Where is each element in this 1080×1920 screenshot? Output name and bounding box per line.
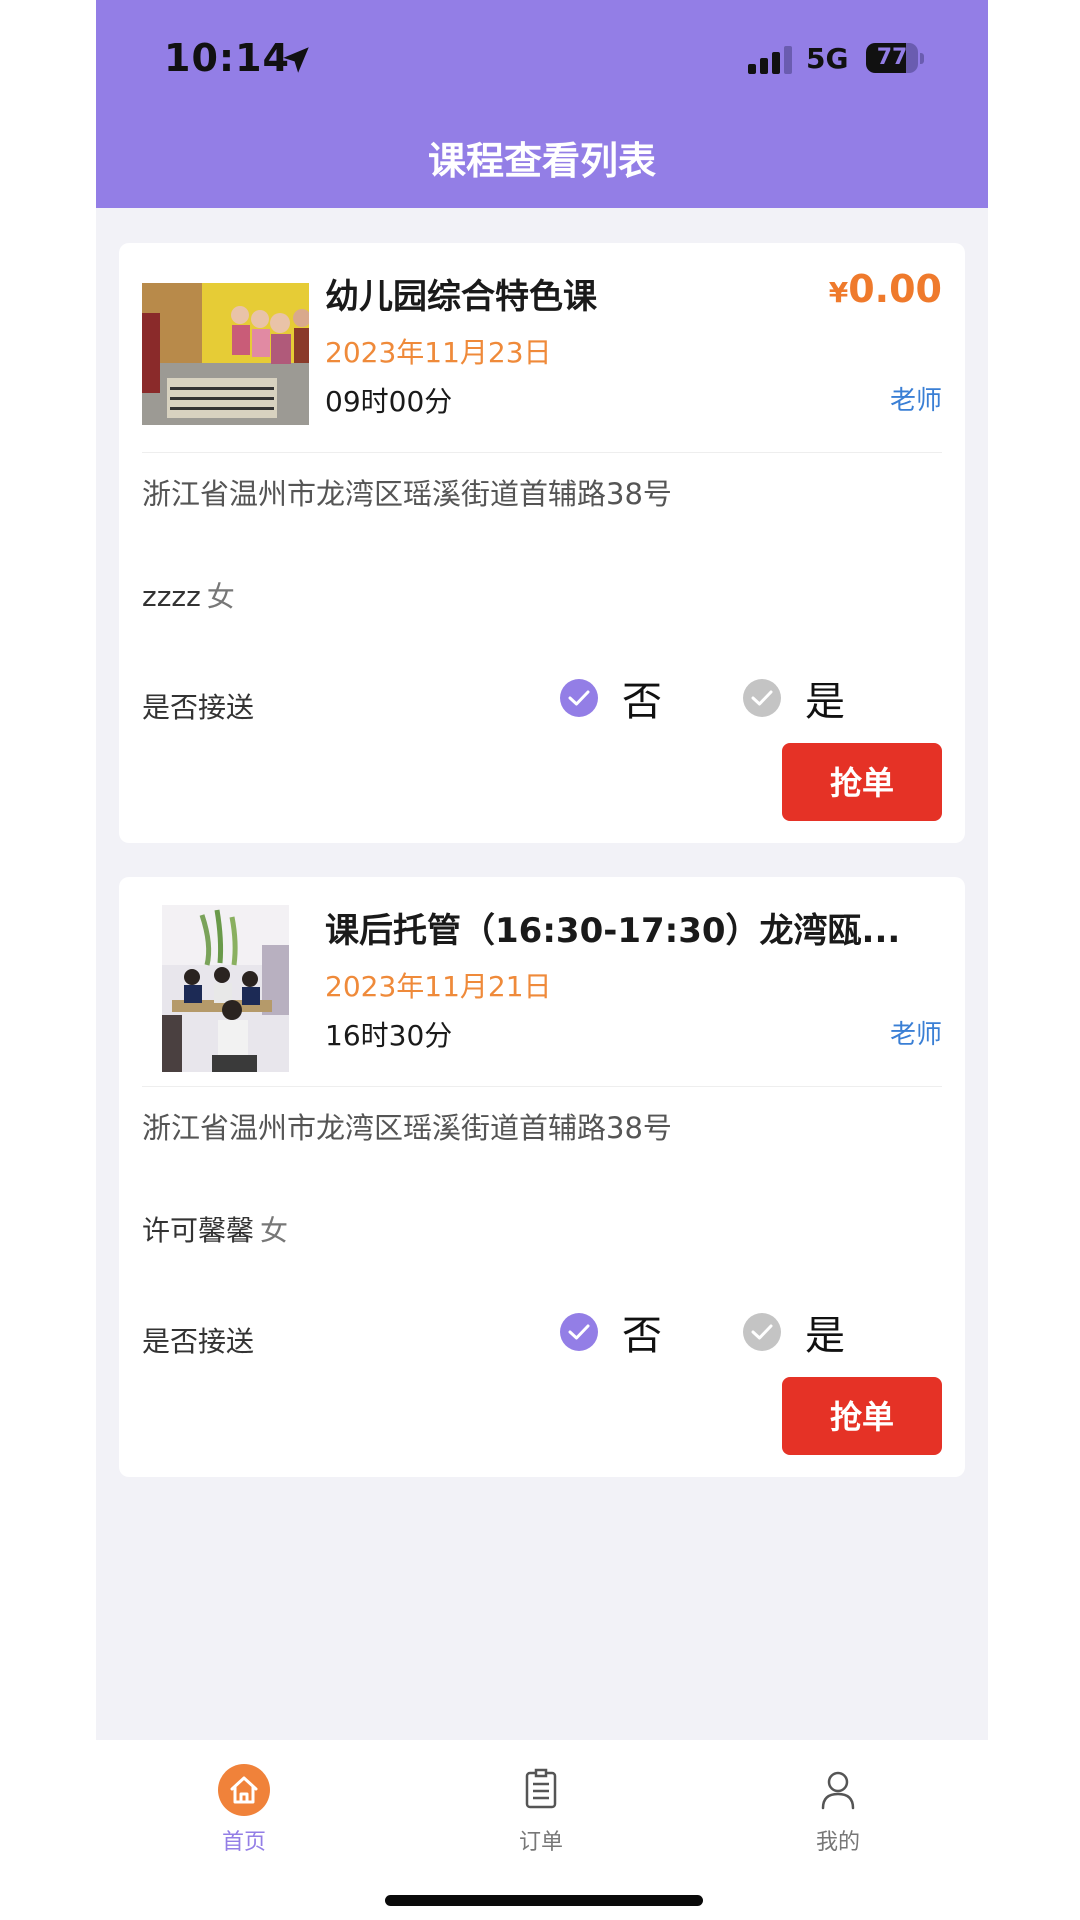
course-card[interactable]: 课后托管（16:30-17:30）龙湾瓯... 2023年11月21日 16时3…: [119, 877, 965, 1477]
divider: [142, 1086, 942, 1087]
course-price: ¥0.00: [829, 267, 942, 311]
check-circle-icon: [743, 679, 781, 717]
course-date: 2023年11月23日: [325, 336, 552, 369]
student-info: 许可馨馨女: [142, 1209, 288, 1249]
header: 10:14 5G 77 课程查看列表: [96, 0, 988, 208]
pickup-yes-label: 是: [805, 679, 845, 725]
course-card[interactable]: 幼儿园综合特色课 ¥0.00 2023年11月23日 09时00分 老师 浙江省…: [119, 243, 965, 843]
tab-home[interactable]: 首页: [164, 1750, 324, 1860]
course-image: [162, 905, 289, 1072]
check-circle-icon: [560, 679, 598, 717]
teacher-link[interactable]: 老师: [890, 380, 942, 417]
network-type: 5G: [806, 42, 849, 75]
teacher-link[interactable]: 老师: [890, 1014, 942, 1051]
student-gender: 女: [260, 1214, 289, 1247]
currency-symbol: ¥: [828, 276, 849, 309]
app-screen: 10:14 5G 77 课程查看列表 幼儿园综合特色课 ¥0.00 2023年1…: [96, 0, 988, 1920]
tab-orders-label: 订单: [518, 1830, 563, 1855]
grab-order-button[interactable]: 抢单: [782, 1377, 942, 1455]
tab-bar: 首页 订单 我的: [96, 1740, 988, 1920]
student-info: zzzz 女: [142, 575, 235, 615]
check-circle-icon: [560, 1313, 598, 1351]
status-time: 10:14: [164, 36, 290, 80]
signal-icon: [748, 46, 792, 74]
student-gender: 女: [206, 580, 235, 613]
tab-home-label: 首页: [221, 1830, 266, 1855]
course-time: 09时00分: [325, 385, 453, 418]
course-address: 浙江省温州市龙湾区瑶溪街道首辅路38号: [142, 1111, 672, 1145]
divider: [142, 452, 942, 453]
grab-order-button[interactable]: 抢单: [782, 743, 942, 821]
student-name: 许可馨馨: [142, 1214, 255, 1247]
pickup-label: 是否接送: [142, 1325, 255, 1358]
course-title: 课后托管（16:30-17:30）龙湾瓯...: [325, 911, 901, 951]
pickup-yes-radio[interactable]: 是: [743, 673, 845, 725]
location-arrow-icon: [283, 47, 309, 73]
pickup-label: 是否接送: [142, 691, 255, 724]
pickup-no-radio[interactable]: 否: [560, 1307, 662, 1359]
pickup-yes-label: 是: [805, 1313, 845, 1359]
tab-mine-label: 我的: [815, 1830, 860, 1855]
order-list-icon: [525, 1768, 557, 1809]
tab-mine[interactable]: 我的: [758, 1750, 918, 1860]
price-value: 0.00: [848, 267, 942, 311]
course-image: [142, 283, 309, 425]
user-icon: [821, 1771, 855, 1810]
page-title: 课程查看列表: [427, 139, 656, 183]
pickup-yes-radio[interactable]: 是: [743, 1307, 845, 1359]
student-name: zzzz: [142, 580, 201, 613]
battery-icon: 77: [866, 43, 924, 75]
course-address: 浙江省温州市龙湾区瑶溪街道首辅路38号: [142, 477, 672, 511]
course-date: 2023年11月21日: [325, 970, 552, 1003]
pickup-no-label: 否: [622, 1313, 662, 1359]
course-time: 16时30分: [325, 1019, 453, 1052]
battery-level: 77: [876, 45, 908, 70]
pickup-no-label: 否: [622, 679, 662, 725]
check-circle-icon: [743, 1313, 781, 1351]
pickup-no-radio[interactable]: 否: [560, 673, 662, 725]
home-indicator: [385, 1895, 703, 1906]
tab-orders[interactable]: 订单: [461, 1750, 621, 1860]
home-icon: [218, 1764, 270, 1816]
